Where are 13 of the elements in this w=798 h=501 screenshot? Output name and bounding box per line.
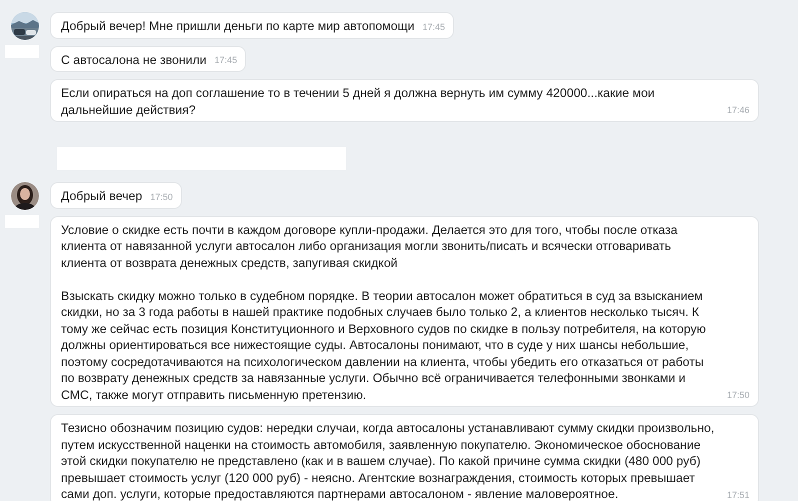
message-text: Добрый вечер	[61, 188, 142, 204]
message-time: 17:50	[150, 192, 173, 204]
message-text: Добрый вечер! Мне пришли деньги по карте мир автопомощи	[61, 18, 415, 34]
message-time: 17:45	[214, 55, 238, 67]
message-time: 17:45	[422, 22, 446, 34]
message-time: 17:50	[727, 390, 750, 402]
message-time: 17:51	[727, 490, 750, 501]
message-text: Тезисно обозначим позицию судов: нередки случаи, когда автосалоны устанавливают сумму скидки произвольно, путем искусственной наценки на стоимость автомобиля, заявленную покупателю. Экономическое обоснование этой скидки покупателю не представлено (как и в вашем случае). По какой причине сумма скидки (480 000 руб) превышает стоимость услуг (120 000 руб) - неясно. Агентские вознаграждения, стоимость которых превышает сами доп. услуги, которые предоставляются партнерами автосалоном - явление маловероятное.	[61, 420, 716, 501]
message-text: С автосалона не звонили	[61, 52, 207, 68]
message-text: Взыскать скидку можно только в судебном порядке. В теории автосалон может обратиться в суд за взысканием скидки, но за 3 года работы в нашей практике подобных случаев было только 2, а клиентов несколько тысяч. К тому же сейчас есть позиция Конституционного и Верховного судов по скидке в пользу потребителя, на которую должны ориентироваться все нижестоящие суды. Автосалоны понимают, что в суде у них шансы небольшие, поэтому сосредотачиваются на психологическом давлении на клиента, чтобы убедить его отказаться от работы по возврату денежных средств за навязанные услуги. Обычно всё ограничивается телефонными звонками и СМС, также могут отправить письменную претензию.	[61, 288, 707, 403]
message-text: Условие о скидке есть почти в каждом договоре купли-продажи. Делается это для того, чтобы после отказа клиента от навязанной услуги автосалон либо организация могли звонить/писать и всячески отговаривать клиента от возврата денежных средств, запугивая скидкой	[61, 222, 678, 271]
message-time: 17:46	[727, 105, 750, 117]
message-text: Если опираться на доп соглашение то в течении 5 дней я должна вернуть им сумму 420000...какие мои дальнейшие действия?	[61, 85, 656, 118]
